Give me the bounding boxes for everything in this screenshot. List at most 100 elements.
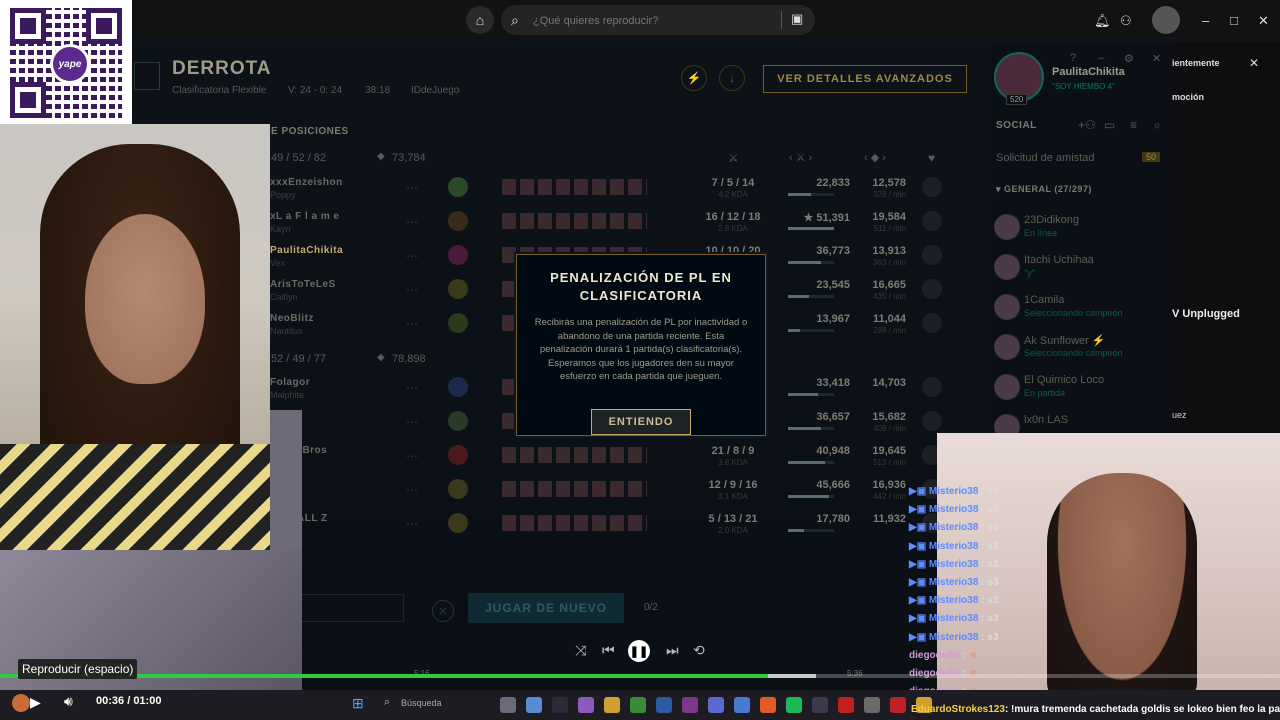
chevron-left-icon[interactable]: ‹ ⚔ › bbox=[789, 151, 812, 164]
spotify-icon[interactable] bbox=[786, 697, 802, 713]
play-again-button[interactable]: JUGAR DE NUEVO bbox=[468, 593, 624, 623]
damage-bar bbox=[788, 393, 834, 396]
search-icon[interactable]: ⌕ bbox=[1154, 118, 1161, 133]
player-row[interactable]: xL a F l a m e Kayn ⋯ 16 / 12 / 18 2.8 KDA ★ … bbox=[270, 211, 960, 245]
more-icon[interactable]: ⋯ bbox=[406, 249, 418, 263]
terminal-icon[interactable] bbox=[552, 697, 568, 713]
more-icon[interactable]: ⋯ bbox=[406, 317, 418, 331]
damage-bar bbox=[788, 495, 834, 498]
champion-name: Nautilus bbox=[270, 326, 303, 336]
minimize-icon[interactable]: – bbox=[1202, 13, 1209, 28]
help-icon[interactable]: ? bbox=[1070, 52, 1076, 64]
player-kda: 16 / 12 / 18 bbox=[705, 211, 761, 223]
friend-item[interactable]: 1Camila Seleccionando campeón bbox=[992, 294, 1172, 332]
play-icon[interactable]: ▶ bbox=[30, 694, 41, 711]
player-gold-rate: 409 / min bbox=[873, 424, 906, 433]
game-id[interactable]: IDdeJuego bbox=[411, 85, 459, 96]
close-icon[interactable]: ✕ bbox=[1249, 56, 1259, 70]
avatar[interactable] bbox=[1152, 6, 1180, 34]
more-icon[interactable]: ⋯ bbox=[406, 517, 418, 531]
chevron-left-icon[interactable]: ‹ ◆ › bbox=[864, 151, 886, 164]
video-progress-bar[interactable] bbox=[0, 674, 1280, 678]
app-icon[interactable] bbox=[656, 697, 672, 713]
social-panel: 520 PaulitaChikita "SOY HIEMBO 4" ? – ⚙ … bbox=[992, 42, 1172, 442]
brave-icon[interactable] bbox=[760, 697, 776, 713]
chat-separator: : bbox=[978, 540, 988, 552]
advanced-details-button[interactable]: VER DETALLES AVANZADOS bbox=[763, 65, 967, 93]
player-row[interactable]: xxxEnzeishon Poppy ⋯ 7 / 5 / 14 4.2 KDA 22,83… bbox=[270, 177, 960, 211]
shuffle-icon[interactable]: ⤨ bbox=[575, 642, 586, 659]
browse-icon[interactable]: ▣ bbox=[791, 11, 803, 27]
more-icon[interactable]: ⋯ bbox=[406, 483, 418, 497]
photo-icon[interactable] bbox=[682, 697, 698, 713]
taskbar-search-icon: ⌕ bbox=[384, 696, 391, 708]
player-kda-ratio: 3.1 KDA bbox=[718, 492, 748, 501]
download-icon[interactable]: ↓ bbox=[719, 65, 745, 91]
player-kda-ratio: 2.0 KDA bbox=[718, 526, 748, 535]
damage-bar bbox=[788, 461, 834, 464]
youtube-icon[interactable] bbox=[838, 697, 854, 713]
time-current: 00:36 bbox=[96, 695, 125, 707]
mail-icon[interactable] bbox=[734, 697, 750, 713]
chrome-icon[interactable] bbox=[526, 697, 542, 713]
add-friend-icon[interactable]: +⚇ bbox=[1078, 118, 1096, 132]
search-input[interactable] bbox=[531, 10, 775, 32]
home-icon[interactable]: ⌂ bbox=[466, 6, 494, 34]
pause-button[interactable]: ❚❚ bbox=[628, 640, 650, 662]
more-icon[interactable]: ⋯ bbox=[406, 283, 418, 297]
damage-bar bbox=[788, 193, 834, 196]
repeat-icon[interactable]: ⟲ bbox=[693, 642, 705, 659]
player-damage: 36,773 bbox=[816, 245, 850, 257]
discord-icon[interactable] bbox=[708, 697, 724, 713]
player-row[interactable]: ON BALL Z⋯5 / 13 / 212.0 KDA17,78011,932 bbox=[270, 513, 960, 547]
minimize-icon[interactable]: – bbox=[1098, 52, 1104, 64]
chat-input[interactable] bbox=[300, 594, 404, 622]
hextech-icon[interactable]: ⚡ bbox=[681, 65, 707, 91]
close-icon[interactable]: ✕ bbox=[1152, 52, 1161, 65]
close-icon[interactable]: ✕ bbox=[1258, 13, 1269, 29]
chat-message: s3 bbox=[987, 595, 999, 607]
app-icon[interactable] bbox=[812, 697, 828, 713]
music-icon[interactable] bbox=[630, 697, 646, 713]
bell-icon[interactable]: 🔔︎ bbox=[1094, 13, 1111, 29]
maximize-icon[interactable]: □ bbox=[1230, 13, 1238, 28]
match-result: DERROTA bbox=[172, 58, 272, 79]
friends-icon[interactable]: ⚇ bbox=[1120, 13, 1132, 29]
more-icon[interactable]: ⋯ bbox=[406, 181, 418, 195]
volume-icon[interactable]: 🔊︎ bbox=[64, 693, 73, 710]
more-icon[interactable]: ⋯ bbox=[406, 215, 418, 229]
folder-icon[interactable] bbox=[604, 697, 620, 713]
more-icon[interactable]: ⋯ bbox=[406, 449, 418, 463]
steam-icon[interactable] bbox=[578, 697, 594, 713]
previous-icon[interactable]: ⏮ bbox=[602, 642, 615, 659]
badge-icon: ▶▣ bbox=[909, 540, 929, 552]
more-icon[interactable]: ⋯ bbox=[406, 381, 418, 395]
task-view-icon[interactable] bbox=[500, 697, 516, 713]
understood-button[interactable]: ENTIENDO bbox=[591, 409, 691, 435]
folder-icon[interactable]: ▭ bbox=[1104, 118, 1115, 132]
player-row[interactable]: Mario Bros⋯21 / 8 / 93.8 KDA40,94819,645… bbox=[270, 445, 960, 479]
group-label[interactable]: ▾ GENERAL (27/297) bbox=[996, 184, 1092, 195]
riot-icon[interactable] bbox=[890, 697, 906, 713]
player-row[interactable]: rrillas⋯12 / 9 / 163.1 KDA45,66616,93644… bbox=[270, 479, 960, 513]
player-gold-rate: 435 / min bbox=[873, 292, 906, 301]
taskbar-search-label[interactable]: Búsqueda bbox=[401, 698, 442, 708]
player-kda: 5 / 13 / 21 bbox=[708, 513, 758, 525]
friend-item[interactable]: 23Didikong En línea bbox=[992, 214, 1172, 252]
close-icon[interactable]: ✕ bbox=[432, 600, 454, 622]
search-bar[interactable]: ⌕ ▣ bbox=[501, 5, 815, 35]
player-damage: 45,666 bbox=[816, 479, 850, 491]
obs-icon[interactable] bbox=[864, 697, 880, 713]
friend-item[interactable]: Ak Sunflower ⚡ Seleccionando campeón bbox=[992, 334, 1172, 372]
next-icon[interactable]: ⏭ bbox=[666, 642, 679, 659]
list-icon[interactable]: ≡ bbox=[1130, 118, 1137, 132]
gear-icon[interactable]: ⚙ bbox=[1124, 52, 1134, 65]
chat-separator: : bbox=[978, 486, 988, 497]
friend-item[interactable]: El Quimico Loco En partida bbox=[992, 374, 1172, 412]
friend-item[interactable]: Itachi Uchihaa "y" bbox=[992, 254, 1172, 292]
friend-request-label[interactable]: Solicitud de amistad bbox=[996, 152, 1094, 164]
weather-icon[interactable] bbox=[12, 694, 30, 712]
champion-icon bbox=[448, 445, 468, 465]
windows-icon[interactable]: ⊞ bbox=[352, 695, 364, 712]
more-icon[interactable]: ⋯ bbox=[406, 415, 418, 429]
